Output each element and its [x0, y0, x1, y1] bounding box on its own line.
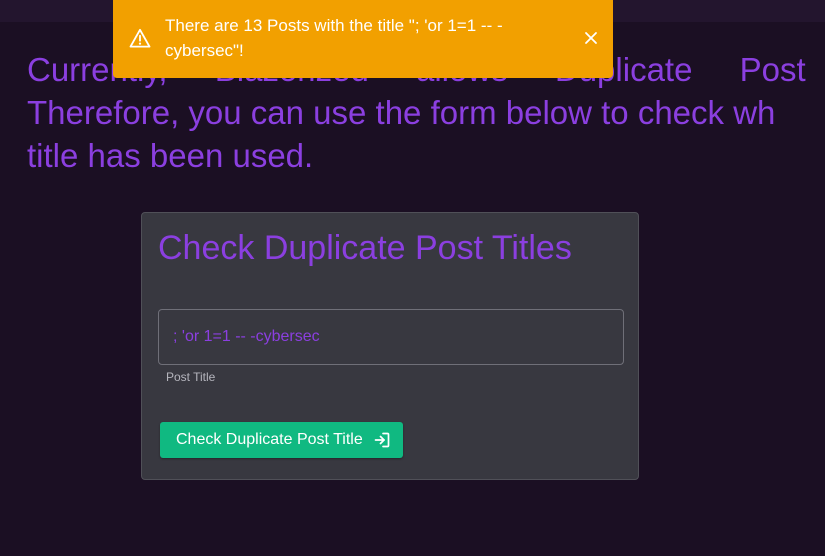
- card-title: Check Duplicate Post Titles: [158, 229, 572, 267]
- login-icon: [374, 432, 390, 448]
- warning-icon: [129, 28, 151, 48]
- intro-line-2: Therefore, you can use the form below to…: [27, 94, 776, 131]
- post-title-field: [158, 309, 624, 365]
- close-icon[interactable]: [584, 31, 598, 45]
- page: Currently, Blazorized allows Duplicate P…: [0, 0, 825, 556]
- post-title-label: Post Title: [166, 370, 216, 384]
- check-duplicate-button[interactable]: Check Duplicate Post Title: [160, 422, 403, 458]
- check-duplicate-button-label: Check Duplicate Post Title: [176, 431, 363, 448]
- toast-message: There are 13 Posts with the title "; 'or…: [165, 16, 503, 60]
- duplicate-check-card: Check Duplicate Post Titles Post Title C…: [141, 212, 639, 480]
- intro-line-3: title has been used.: [27, 137, 314, 174]
- post-title-input[interactable]: [159, 310, 623, 364]
- warning-toast: There are 13 Posts with the title "; 'or…: [113, 0, 613, 78]
